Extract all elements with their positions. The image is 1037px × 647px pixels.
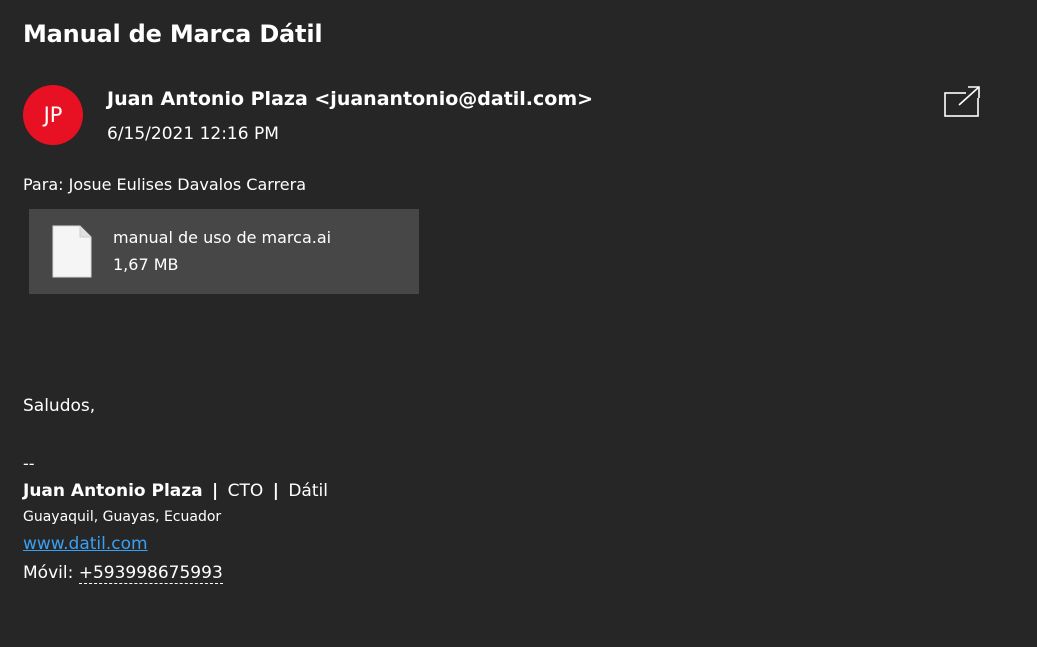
signature-company: Dátil [288, 481, 328, 501]
signature-pipe: | [272, 481, 279, 501]
phone-number-link[interactable]: +593998675993 [78, 563, 223, 584]
file-icon [52, 225, 92, 278]
attachment-card[interactable]: manual de uso de marca.ai 1,67 MB [29, 209, 419, 294]
signature-name: Juan Antonio Plaza [23, 481, 203, 501]
signature-title-line: Juan Antonio Plaza | CTO | Dátil [23, 481, 328, 501]
open-in-new-window-icon[interactable] [944, 85, 981, 118]
recipient-line: Para: Josue Eulises Davalos Carrera [23, 175, 307, 194]
sender-avatar: JP [23, 85, 83, 145]
email-date: 6/15/2021 12:16 PM [107, 124, 279, 144]
signature-pipe: | [212, 481, 219, 501]
signature-role: CTO [227, 481, 264, 501]
signature-website-link[interactable]: www.datil.com [23, 534, 148, 554]
attachment-size: 1,67 MB [113, 255, 179, 274]
sender-name-address: Juan Antonio Plaza <juanantonio@datil.co… [107, 88, 594, 110]
email-body-greeting: Saludos, [23, 396, 96, 416]
signature-phone-line: Móvil: +593998675993 [23, 563, 223, 584]
signature-separator: -- [23, 454, 35, 473]
attachment-name: manual de uso de marca.ai [113, 228, 332, 247]
phone-label: Móvil: [23, 563, 74, 583]
signature-location: Guayaquil, Guayas, Ecuador [23, 509, 222, 525]
email-subject: Manual de Marca Dátil [23, 20, 323, 48]
